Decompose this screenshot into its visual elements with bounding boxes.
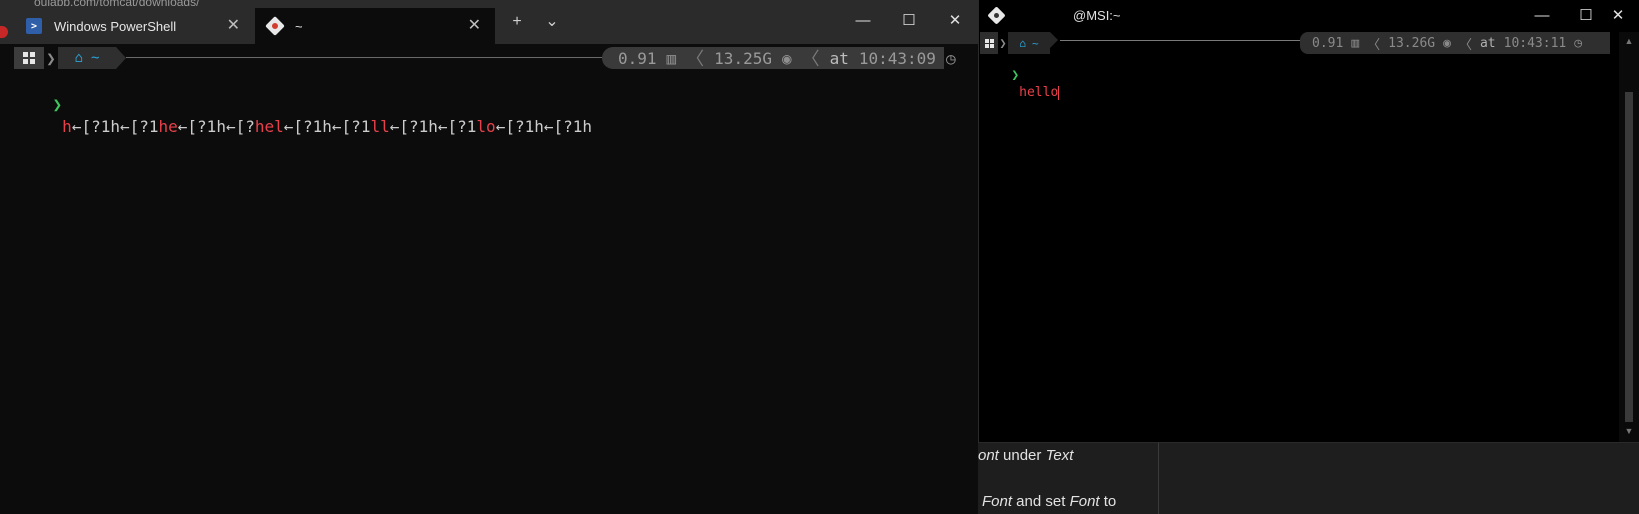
clock-icon: ◷ <box>945 48 956 68</box>
windows-icon <box>23 52 35 64</box>
scroll-up-icon[interactable]: ▲ <box>1623 36 1635 46</box>
status-segment: 0.91 ▥ 〈 13.25G ◉ 〈 at 10:43:09 ◷ <box>602 47 956 70</box>
separator-icon: 〈 <box>686 49 705 70</box>
prompt-filler-line <box>1060 40 1300 41</box>
segment-end <box>116 47 126 69</box>
escape-sequence: ←[?1h←[?1h <box>495 117 593 136</box>
escape-sequence: ←[?1h←[?1 <box>389 117 477 136</box>
scrollbar-thumb[interactable] <box>1625 92 1633 422</box>
tab-label: Windows PowerShell <box>54 18 177 34</box>
os-segment <box>14 47 44 69</box>
background-document: ont under Text Font and set Font to <box>978 442 1639 514</box>
home-icon: ⌂ <box>74 50 83 66</box>
command-line[interactable]: ❯ h←[?1h←[?1he←[?1h←[?hel←[?1h←[?1ll←[?1… <box>14 72 592 160</box>
italic-text: Font <box>982 493 1013 510</box>
document-line: Font and set Font to <box>982 493 1116 510</box>
column-divider <box>1158 443 1159 514</box>
time-value: 10:43:09 <box>858 48 936 68</box>
typed-char: ll <box>370 117 390 136</box>
background-window-peek: ouiapp.com/tomcat/downloads/ <box>34 0 334 6</box>
time-value: 10:43:11 <box>1503 35 1567 51</box>
prompt-arrow-icon: ❯ <box>52 95 63 114</box>
tab-dropdown-button[interactable]: ⌄ <box>540 10 564 34</box>
home-icon: ⌂ <box>1019 36 1026 50</box>
tab-git-bash[interactable]: ~ ✕ <box>255 8 495 44</box>
typed-text: hello <box>1019 85 1059 100</box>
typed-char: h <box>62 117 72 136</box>
close-button[interactable]: ✕ <box>1596 4 1639 28</box>
italic-text: Font <box>1069 493 1100 510</box>
clock-icon: ◷ <box>1574 35 1583 51</box>
chart-icon: ▥ <box>1351 35 1360 51</box>
scroll-down-icon[interactable]: ▼ <box>1623 426 1635 436</box>
tab-label: ~ <box>295 18 303 34</box>
powershell-icon: > <box>26 18 42 34</box>
close-icon[interactable]: ✕ <box>468 17 481 35</box>
chevron-right-icon: ❯ <box>46 48 56 68</box>
minimize-button[interactable]: — <box>1520 4 1564 28</box>
powerline-prompt: ❯ ⌂ ~ 0.91 ▥ 〈 13.25G ◉ 〈 at 10:43:09 ◷ <box>14 47 956 70</box>
escape-sequence: ←[?1h←[?1 <box>283 117 371 136</box>
separator-icon: 〈 <box>801 49 820 70</box>
git-bash-icon <box>265 16 285 36</box>
minimize-button[interactable]: — <box>840 9 886 33</box>
windows-icon <box>984 38 994 48</box>
chart-icon: ▥ <box>666 48 677 68</box>
prompt-filler-line <box>126 57 602 58</box>
memory-value: 13.26G <box>1388 35 1436 51</box>
load-value: 0.91 <box>618 48 657 68</box>
time-prefix: at <box>1479 35 1496 51</box>
maximize-button[interactable]: ☐ <box>886 9 932 33</box>
command-line[interactable]: ❯ hello <box>980 50 1060 118</box>
typed-char: lo <box>476 117 496 136</box>
escape-sequence: ←[?1h←[?1 <box>71 117 159 136</box>
text-cursor <box>1058 85 1060 100</box>
typed-char: hel <box>254 117 284 136</box>
status-segment: 0.91 ▥ 〈 13.26G ◉ 〈 at 10:43:11 ◷ <box>1300 32 1610 54</box>
gauge-icon: ◉ <box>1443 35 1451 51</box>
tab-windows-powershell[interactable]: > Windows PowerShell ✕ <box>14 8 254 44</box>
document-line: ont under Text <box>978 447 1073 464</box>
segment-end <box>1050 32 1058 48</box>
powerline-prompt: ❯ ⌂ ~ 0.91 ▥ 〈 13.26G ◉ 〈 at 10:43:11 ◷ <box>980 32 1610 54</box>
time-prefix: at <box>829 48 849 68</box>
document-text: under <box>998 447 1046 464</box>
close-icon[interactable]: ✕ <box>227 17 240 35</box>
escape-sequence: ←[?1h←[? <box>177 117 255 136</box>
italic-text: Text <box>1045 447 1074 464</box>
document-text: to <box>1099 493 1117 510</box>
path-text: ~ <box>1032 36 1039 50</box>
memory-value: 13.25G <box>714 48 772 68</box>
new-tab-button[interactable]: + <box>505 10 529 34</box>
separator-icon: 〈 <box>1367 37 1381 53</box>
windows-terminal-window: ouiapp.com/tomcat/downloads/ > Windows P… <box>0 0 978 514</box>
separator-icon: 〈 <box>1458 37 1472 53</box>
window-title: @MSI:~ <box>1073 8 1121 23</box>
git-bash-window: @MSI:~ — ☐ ✕ ❯ ⌂ ~ 0.91 ▥ 〈 13.26G ◉ 〈 a… <box>978 0 1639 442</box>
scrollbar[interactable]: ▲ ▼ <box>1619 32 1639 442</box>
background-app-icon <box>0 26 8 38</box>
close-button[interactable]: ✕ <box>932 9 978 33</box>
gauge-icon: ◉ <box>781 48 792 68</box>
git-bash-icon <box>987 6 1006 25</box>
title-bar: @MSI:~ — ☐ ✕ <box>979 0 1639 32</box>
document-text: and set <box>1012 493 1070 510</box>
italic-text: ont <box>978 447 999 464</box>
path-segment: ⌂ ~ <box>58 47 116 69</box>
typed-char: he <box>158 117 178 136</box>
load-value: 0.91 <box>1312 35 1344 51</box>
path-text: ~ <box>91 50 100 66</box>
prompt-arrow-icon: ❯ <box>1011 68 1020 83</box>
title-bar: ouiapp.com/tomcat/downloads/ > Windows P… <box>0 0 978 44</box>
